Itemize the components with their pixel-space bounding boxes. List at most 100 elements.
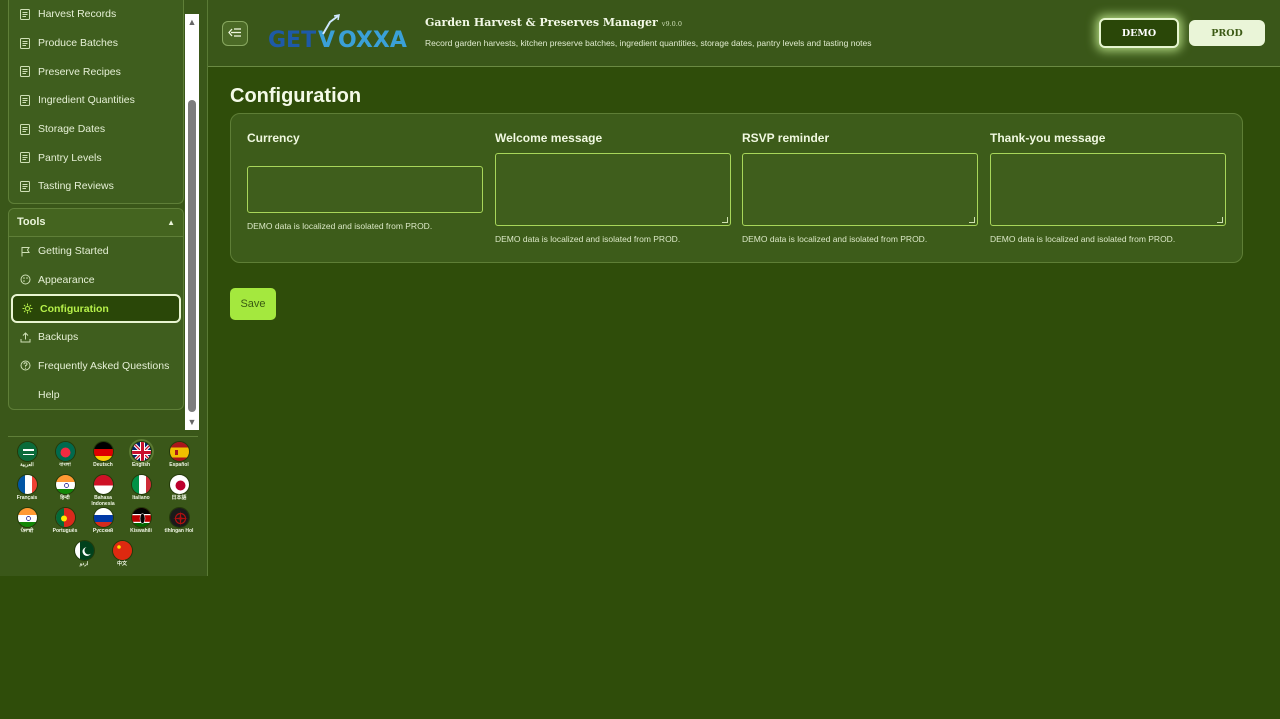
page-title: Configuration: [230, 85, 362, 107]
uk-flag-icon: [130, 441, 152, 462]
thank-you-message-hint: DEMO data is localized and isolated from…: [990, 234, 1176, 244]
document-icon: [19, 8, 31, 20]
help-icon: [19, 389, 31, 401]
sidebar-item-tasting-reviews[interactable]: Tasting Reviews: [9, 172, 183, 201]
document-icon: [19, 94, 31, 106]
palette-icon: [19, 274, 31, 286]
caret-up-icon: ▲: [167, 217, 175, 227]
gear-icon: [21, 303, 33, 315]
japan-flag-icon: [168, 474, 190, 495]
language-indonesian[interactable]: Bahasa Indonesia: [84, 474, 122, 507]
language-klingon[interactable]: tlhIngan Hol: [160, 507, 198, 540]
language-russian[interactable]: Русский: [84, 507, 122, 540]
sidebar-item-label: Appearance: [38, 273, 95, 286]
sidebar-item-label: Pantry Levels: [38, 151, 102, 164]
collapse-sidebar-button[interactable]: [222, 21, 248, 46]
app-title: Garden Harvest & Preserves Manager v9.0.0: [425, 16, 683, 29]
currency-hint: DEMO data is localized and isolated from…: [247, 221, 433, 231]
sidebar-item-faq[interactable]: Frequently Asked Questions: [9, 352, 183, 381]
language-portuguese[interactable]: Português: [46, 507, 84, 540]
top-bar: GET V OXXA Garden Harvest & Preserves Ma…: [208, 0, 1280, 67]
scroll-down-arrow-icon[interactable]: ▼: [186, 416, 198, 428]
language-punjabi[interactable]: ਪੰਜਾਬੀ: [8, 507, 46, 540]
currency-input[interactable]: [247, 166, 483, 213]
language-french[interactable]: Français: [8, 474, 46, 507]
document-icon: [19, 66, 31, 78]
sidebar-item-preserve-recipes[interactable]: Preserve Recipes: [9, 57, 183, 86]
rsvp-reminder-textarea[interactable]: [742, 153, 978, 226]
sidebar-item-harvest-records[interactable]: Harvest Records: [9, 0, 183, 29]
welcome-message-textarea[interactable]: [495, 153, 731, 226]
svg-text:OXXA: OXXA: [338, 28, 407, 53]
rsvp-reminder-hint: DEMO data is localized and isolated from…: [742, 234, 928, 244]
sidebar-item-getting-started[interactable]: Getting Started: [9, 237, 183, 266]
language-arabic[interactable]: العربية: [8, 441, 46, 474]
tools-section-title: Tools: [17, 216, 46, 229]
saudi-flag-icon: [16, 441, 38, 462]
sidebar-item-label: Configuration: [40, 302, 109, 315]
sidebar-item-label: Getting Started: [38, 245, 109, 258]
language-spanish[interactable]: Español: [160, 441, 198, 474]
sidebar-item-label: Harvest Records: [38, 8, 117, 21]
currency-label: Currency: [247, 131, 300, 145]
germany-flag-icon: [92, 441, 114, 462]
app-logo: GET V OXXA: [268, 14, 410, 54]
russia-flag-icon: [92, 507, 114, 528]
portugal-flag-icon: [54, 507, 76, 528]
sidebar-item-label: Storage Dates: [38, 123, 106, 136]
tools-nav-group: Tools ▲ Getting Started Appearance Confi…: [8, 207, 184, 410]
env-demo-button[interactable]: DEMO: [1099, 18, 1179, 48]
language-english[interactable]: English: [122, 441, 160, 474]
sidebar-item-label: Backups: [38, 331, 79, 344]
indonesia-flag-icon: [92, 474, 114, 495]
tools-section-toggle[interactable]: Tools ▲: [9, 208, 183, 237]
bangladesh-flag-icon: [54, 441, 76, 462]
sidebar-item-storage-dates[interactable]: Storage Dates: [9, 115, 183, 144]
india-flag-icon: [16, 507, 38, 528]
language-italian[interactable]: Italiano: [122, 474, 160, 507]
sidebar-item-ingredient-quantities[interactable]: Ingredient Quantities: [9, 86, 183, 115]
language-hindi[interactable]: हिन्दी: [46, 474, 84, 507]
sidebar-item-appearance[interactable]: Appearance: [9, 266, 183, 295]
sidebar: Harvest Records Produce Batches Preserve…: [0, 0, 208, 576]
env-prod-button[interactable]: PROD: [1189, 20, 1265, 46]
save-button[interactable]: Save: [230, 288, 276, 320]
thank-you-message-textarea[interactable]: [990, 153, 1226, 226]
flag-icon: [19, 245, 31, 257]
sidebar-item-label: Produce Batches: [38, 37, 118, 50]
sidebar-item-label: Frequently Asked Questions: [38, 359, 170, 372]
spain-flag-icon: [168, 441, 190, 462]
svg-text:V: V: [318, 28, 335, 53]
welcome-message-hint: DEMO data is localized and isolated from…: [495, 234, 681, 244]
svg-text:GET: GET: [268, 28, 316, 53]
thank-you-message-label: Thank-you message: [990, 131, 1106, 145]
sidebar-item-pantry-levels[interactable]: Pantry Levels: [9, 143, 183, 172]
records-nav-group: Harvest Records Produce Batches Preserve…: [8, 0, 184, 204]
document-icon: [19, 37, 31, 49]
language-chinese[interactable]: 中文: [103, 540, 141, 573]
kenya-flag-icon: [130, 507, 152, 528]
app-version: v9.0.0: [661, 20, 683, 28]
language-urdu[interactable]: اردو: [65, 540, 103, 573]
sidebar-item-label: Preserve Recipes: [38, 65, 121, 78]
sidebar-item-backups[interactable]: Backups: [9, 323, 183, 352]
currency-field-group: Currency DEMO data is localized and isol…: [247, 131, 484, 231]
sidebar-item-help[interactable]: Help: [9, 380, 183, 409]
sidebar-scrollbar[interactable]: ▲ ▼: [185, 14, 199, 430]
welcome-message-field-group: Welcome message DEMO data is localized a…: [495, 131, 732, 244]
scroll-up-arrow-icon[interactable]: ▲: [186, 16, 198, 28]
italy-flag-icon: [130, 474, 152, 495]
india-flag-icon: [54, 474, 76, 495]
sidebar-item-configuration[interactable]: Configuration: [11, 294, 181, 323]
language-german[interactable]: Deutsch: [84, 441, 122, 474]
document-icon: [19, 180, 31, 192]
language-japanese[interactable]: 日本語: [160, 474, 198, 507]
collapse-sidebar-icon: [228, 26, 242, 41]
question-icon: [19, 360, 31, 372]
upload-icon: [19, 331, 31, 343]
sidebar-item-produce-batches[interactable]: Produce Batches: [9, 29, 183, 58]
scrollbar-thumb[interactable]: [188, 100, 196, 412]
klingon-emblem-icon: [168, 507, 190, 528]
language-swahili[interactable]: Kiswahili: [122, 507, 160, 540]
language-bengali[interactable]: বাংলা: [46, 441, 84, 474]
